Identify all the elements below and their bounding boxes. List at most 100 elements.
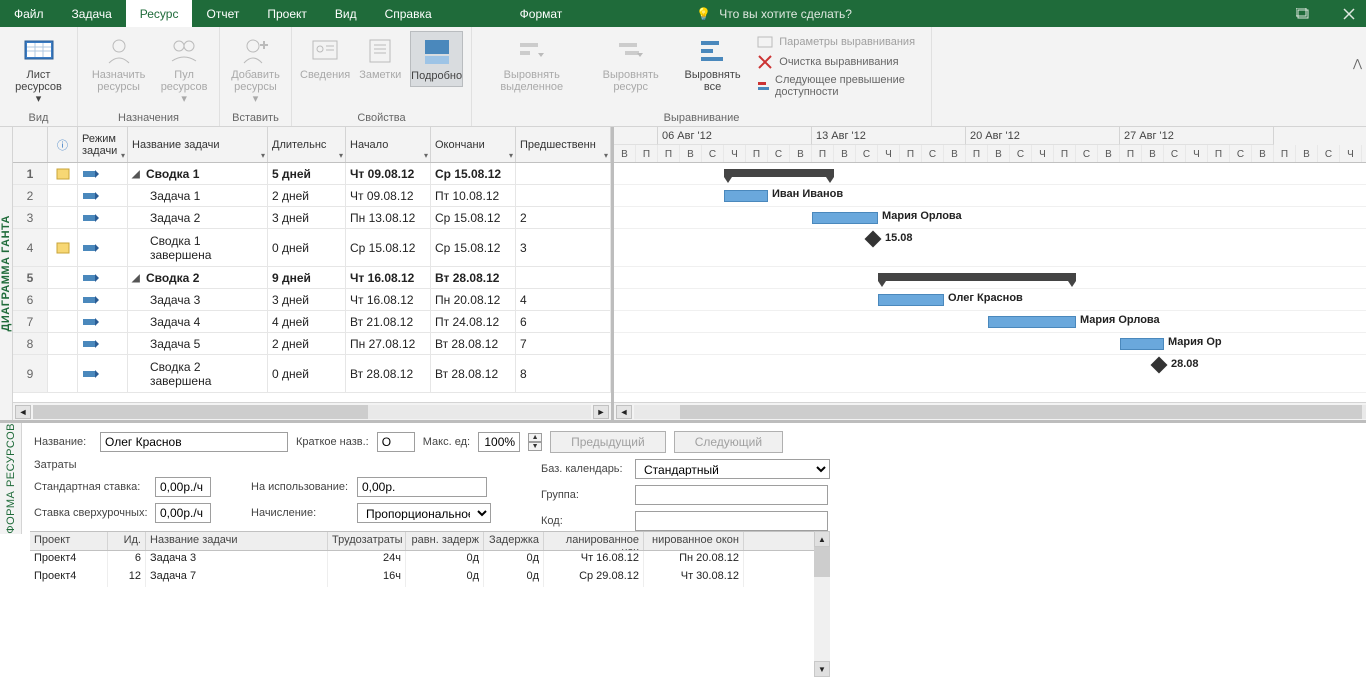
ag-col-schedfinish[interactable]: нированное окон xyxy=(644,532,744,550)
ag-col-id[interactable]: Ид. xyxy=(108,532,146,550)
clear-leveling-button[interactable]: Очистка выравнивания xyxy=(753,53,923,71)
resource-form-panel-label[interactable]: ФОРМА РЕСУРСОВ xyxy=(0,423,22,534)
menu-tab-0[interactable]: Файл xyxy=(0,0,58,27)
ag-col-delay[interactable]: Задержка xyxy=(484,532,544,550)
scroll-left-icon[interactable]: ◄ xyxy=(616,405,632,419)
collapse-ribbon-icon[interactable]: ⋀ xyxy=(1353,57,1362,70)
window-restore-icon[interactable] xyxy=(1290,4,1316,24)
col-header-select-all[interactable] xyxy=(13,127,48,162)
milestone-marker[interactable] xyxy=(1151,357,1168,374)
gantt-row[interactable]: 28.08 xyxy=(614,355,1366,393)
gantt-row[interactable]: Мария Орлова xyxy=(614,311,1366,333)
col-header-indicators[interactable]: ⓘ xyxy=(48,127,78,162)
gantt-row[interactable]: Мария Орлова xyxy=(614,207,1366,229)
gantt-panel-label[interactable]: ДИАГРАММА ГАНТА xyxy=(0,127,13,420)
leveling-options-button[interactable]: Параметры выравнивания xyxy=(753,33,923,51)
form-peruse-input[interactable] xyxy=(357,477,487,497)
form-stdrate-input[interactable] xyxy=(155,477,211,497)
ag-col-project[interactable]: Проект xyxy=(30,532,108,550)
window-close-icon[interactable] xyxy=(1336,4,1362,24)
task-row[interactable]: 5◢Сводка 29 днейЧт 16.08.12Вт 28.08.12 xyxy=(13,267,611,289)
gantt-row[interactable]: Мария Ор xyxy=(614,333,1366,355)
details-button[interactable]: Подробно xyxy=(410,31,463,87)
gantt-hscroll[interactable]: ◄ ► xyxy=(614,402,1366,420)
form-accrue-select[interactable]: Пропорциональное xyxy=(357,503,491,523)
menu-tab-6[interactable]: Справка xyxy=(371,0,446,27)
task-row[interactable]: 8Задача 52 днейПн 27.08.12Вт 28.08.127 xyxy=(13,333,611,355)
level-all-button[interactable]: Выровнять все xyxy=(678,31,747,97)
previous-button[interactable]: Предыдущий xyxy=(550,431,666,453)
collapse-toggle-icon[interactable]: ◢ xyxy=(132,169,142,179)
next-button[interactable]: Следующий xyxy=(674,431,783,453)
collapse-toggle-icon[interactable]: ◢ xyxy=(132,273,142,283)
col-header-name[interactable]: Название задачи▾ xyxy=(128,127,268,162)
scroll-left-icon[interactable]: ◄ xyxy=(15,405,31,419)
assign-resources-button[interactable]: Назначить ресурсы xyxy=(86,31,151,97)
ag-col-levdelay[interactable]: равн. задерж xyxy=(406,532,484,550)
menu-tab-1[interactable]: Задача xyxy=(58,0,126,27)
scroll-down-icon[interactable]: ▼ xyxy=(814,661,830,677)
resource-sheet-button[interactable]: Лист ресурсов ▾ xyxy=(8,31,69,109)
assignment-row[interactable]: Проект412Задача 716ч0д0дСр 29.08.12Чт 30… xyxy=(30,569,816,587)
tell-me-search[interactable]: 💡 Что вы хотите сделать? xyxy=(696,7,852,21)
form-group-input[interactable] xyxy=(635,485,828,505)
spin-up-icon[interactable]: ▲ xyxy=(528,433,542,442)
summary-bar[interactable] xyxy=(724,169,834,177)
timescale[interactable]: 06 Авг '1213 Авг '1220 Авг '1227 Авг '12… xyxy=(614,127,1366,163)
next-overallocation-button[interactable]: Следующее превышение доступности xyxy=(753,73,923,99)
task-bar[interactable] xyxy=(724,190,768,202)
level-selection-button[interactable]: Выровнять выделенное xyxy=(480,31,583,97)
task-bar[interactable] xyxy=(878,294,944,306)
col-header-duration[interactable]: Длительнс▾ xyxy=(268,127,346,162)
assignment-row[interactable]: Проект46Задача 324ч0д0дЧт 16.08.12Пн 20.… xyxy=(30,551,816,569)
ag-col-taskname[interactable]: Название задачи xyxy=(146,532,328,550)
milestone-marker[interactable] xyxy=(865,231,882,248)
gantt-row[interactable]: Иван Иванов xyxy=(614,185,1366,207)
menu-tab-4[interactable]: Проект xyxy=(253,0,321,27)
menu-tab-5[interactable]: Вид xyxy=(321,0,371,27)
task-bar[interactable] xyxy=(812,212,878,224)
task-bar[interactable] xyxy=(988,316,1076,328)
gantt-row[interactable]: 15.08 xyxy=(614,229,1366,267)
col-header-mode[interactable]: Режим задачи▾ xyxy=(78,127,128,162)
add-resources-button[interactable]: Добавить ресурсы ▾ xyxy=(228,31,283,109)
gantt-row[interactable] xyxy=(614,267,1366,289)
task-bar[interactable] xyxy=(1120,338,1164,350)
menu-tab-2[interactable]: Ресурс xyxy=(126,0,193,27)
notes-button[interactable]: Заметки xyxy=(356,31,404,85)
gantt-row[interactable]: Олег Краснов xyxy=(614,289,1366,311)
task-row[interactable]: 9Сводка 2 завершена0 днейВт 28.08.12Вт 2… xyxy=(13,355,611,393)
menu-tab-3[interactable]: Отчет xyxy=(192,0,253,27)
scroll-up-icon[interactable]: ▲ xyxy=(814,531,830,547)
task-row[interactable]: 4Сводка 1 завершена0 днейСр 15.08.12Ср 1… xyxy=(13,229,611,267)
form-short-input[interactable] xyxy=(377,432,415,452)
task-table-hscroll[interactable]: ◄ ► xyxy=(13,402,611,420)
form-max-input[interactable] xyxy=(478,432,520,452)
details-icon xyxy=(421,36,453,68)
task-row[interactable]: 6Задача 33 днейЧт 16.08.12Пн 20.08.124 xyxy=(13,289,611,311)
col-header-start[interactable]: Начало▾ xyxy=(346,127,431,162)
information-button[interactable]: Сведения xyxy=(300,31,350,85)
task-row[interactable]: 3Задача 23 днейПн 13.08.12Ср 15.08.122 xyxy=(13,207,611,229)
ag-col-work[interactable]: Трудозатраты xyxy=(328,532,406,550)
summary-bar[interactable] xyxy=(878,273,1076,281)
assignment-vscroll[interactable]: ▲ ▼ xyxy=(814,531,830,677)
gantt-row[interactable] xyxy=(614,163,1366,185)
form-name-input[interactable] xyxy=(100,432,288,452)
level-resource-button[interactable]: Выровнять ресурс xyxy=(589,31,671,97)
scroll-right-icon[interactable]: ► xyxy=(593,405,609,419)
task-row[interactable]: 1◢Сводка 15 днейЧт 09.08.12Ср 15.08.12 xyxy=(13,163,611,185)
form-basecal-select[interactable]: Стандартный xyxy=(635,459,830,479)
ag-col-schedstart[interactable]: ланированное нач xyxy=(544,532,644,550)
menu-bar: ФайлЗадачаРесурсОтчетПроектВидСправка Фор… xyxy=(0,0,1366,27)
form-code-input[interactable] xyxy=(635,511,828,531)
resource-pool-button[interactable]: Пул ресурсов ▾ xyxy=(157,31,211,109)
col-header-predecessors[interactable]: Предшественн▾ xyxy=(516,127,611,162)
spin-down-icon[interactable]: ▼ xyxy=(528,442,542,451)
form-ovtrate-input[interactable] xyxy=(155,503,211,523)
col-header-finish[interactable]: Окончани▾ xyxy=(431,127,516,162)
task-row[interactable]: 7Задача 44 днейВт 21.08.12Пт 24.08.126 xyxy=(13,311,611,333)
menu-tab-7[interactable]: Формат xyxy=(506,0,577,27)
task-row[interactable]: 2Задача 12 днейЧт 09.08.12Пт 10.08.12 xyxy=(13,185,611,207)
max-spinner[interactable]: ▲▼ xyxy=(528,433,542,451)
